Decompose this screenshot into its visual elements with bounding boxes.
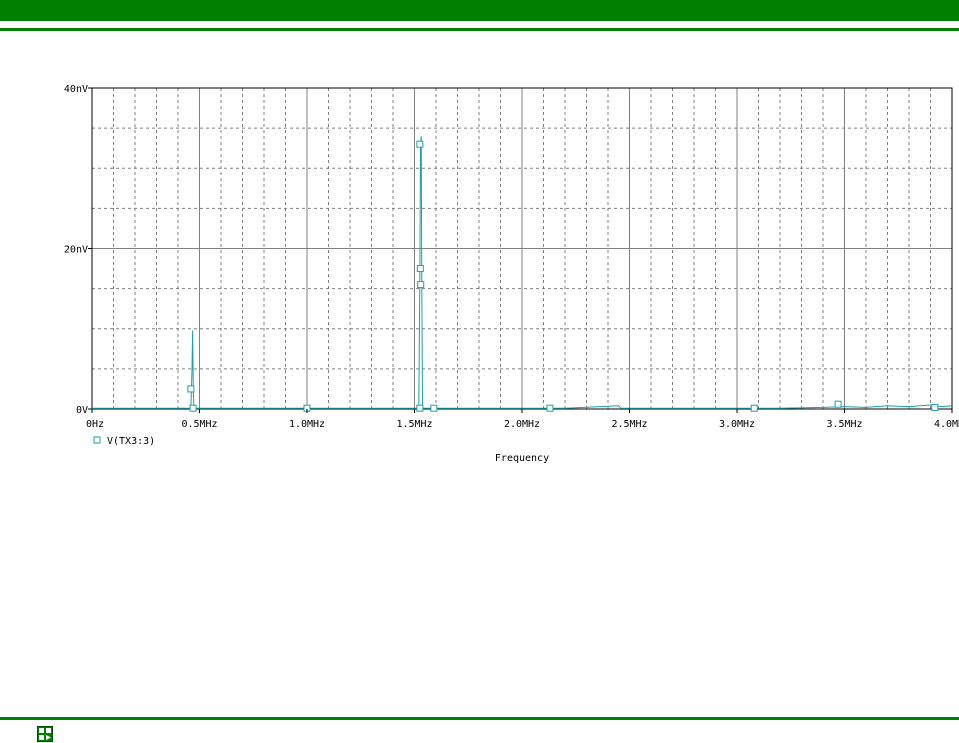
- x-tick-label: 1.0MHz: [289, 419, 325, 430]
- series-marker: [750, 404, 758, 412]
- legend-marker-icon: [93, 436, 101, 444]
- y-tick-label: 40nV: [64, 84, 88, 95]
- x-tick-label: 2.0MHz: [504, 419, 540, 430]
- series-marker: [834, 400, 842, 408]
- x-tick-label: 3.5MHz: [826, 419, 862, 430]
- x-tick-label: 2.5MHz: [611, 419, 647, 430]
- x-tick-label: 0.5MHz: [181, 419, 217, 430]
- plot-grid: [92, 88, 952, 409]
- x-tick-label: 3.0MHz: [719, 419, 755, 430]
- x-tick-label: 0Hz: [86, 419, 104, 430]
- probe-status-icon[interactable]: [37, 726, 53, 742]
- series-marker: [931, 403, 939, 411]
- legend-label-v-tx3-3: V(TX3:3): [107, 436, 155, 447]
- series-marker: [417, 281, 425, 289]
- x-axis-label: Frequency: [495, 453, 549, 464]
- x-tick-label: 4.0MHz: [934, 419, 959, 430]
- legend[interactable]: V(TX3:3): [93, 436, 155, 447]
- tick-labels: 0Hz 0.5MHz 1.0MHz 1.5MHz 2.0MHz 2.5MHz 3.0MHz 3…: [64, 84, 959, 430]
- footer-divider: [0, 717, 959, 720]
- series-marker: [416, 140, 424, 148]
- series-marker: [187, 385, 195, 393]
- x-tick-label: 1.5MHz: [396, 419, 432, 430]
- y-tick-label: 20nV: [64, 245, 88, 256]
- series-marker: [416, 404, 424, 412]
- series-marker: [189, 404, 197, 412]
- y-tick-label: 0V: [76, 405, 88, 416]
- series-marker: [416, 265, 424, 273]
- probe-plot: 0Hz 0.5MHz 1.0MHz 1.5MHz 2.0MHz 2.5MHz 3.0MHz 3…: [64, 84, 959, 464]
- series-marker: [430, 404, 438, 412]
- series-marker: [546, 404, 554, 412]
